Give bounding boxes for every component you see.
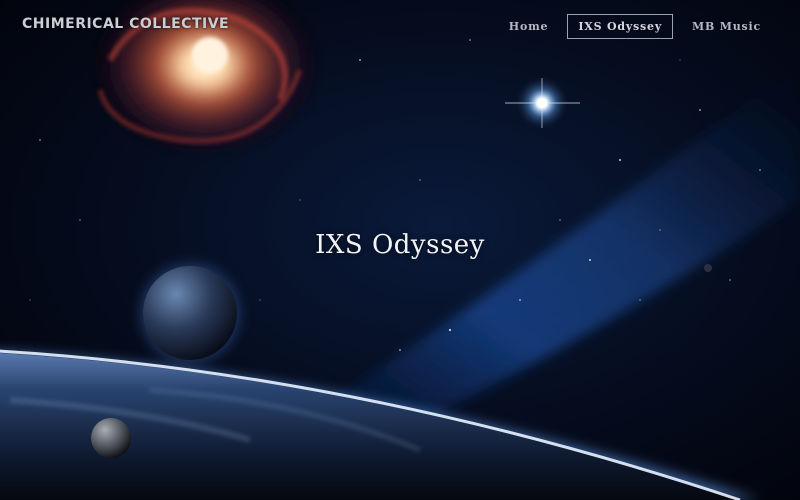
main-nav: Home IXS Odyssey MB Music [498, 14, 772, 39]
site-logo[interactable]: CHIMERICAL COLLECTIVE [22, 16, 229, 32]
hero-title: IXS Odyssey [315, 230, 485, 260]
moon [91, 418, 131, 458]
distant-planet [704, 264, 712, 272]
page: CHIMERICAL COLLECTIVE Home IXS Odyssey M… [0, 0, 800, 500]
nav-item-ixs-odyssey[interactable]: IXS Odyssey [567, 14, 674, 39]
nav-item-home[interactable]: Home [498, 14, 560, 39]
planet [140, 263, 240, 363]
nav-item-mb-music[interactable]: MB Music [681, 14, 772, 39]
